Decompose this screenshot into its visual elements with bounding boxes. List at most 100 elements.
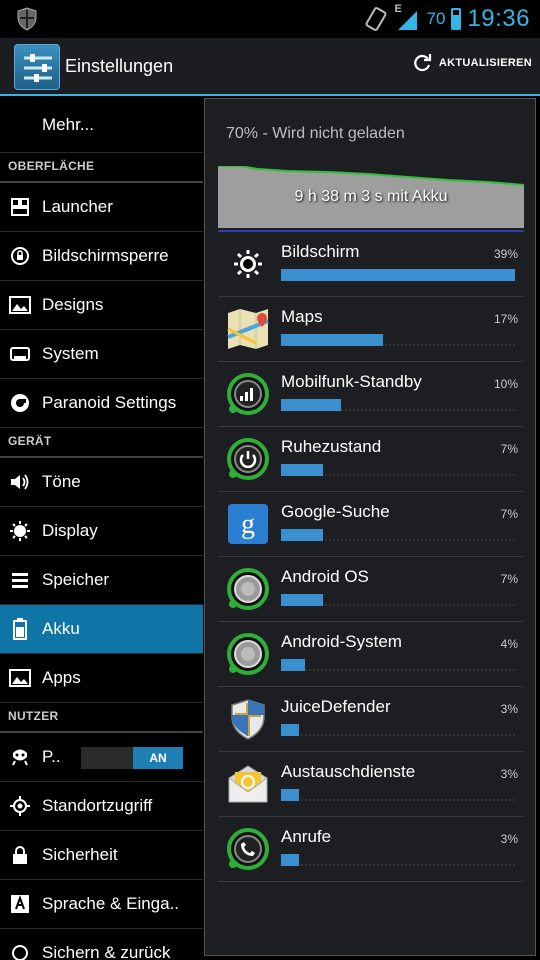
- battery-history-graph[interactable]: 9 h 38 m 3 s mit Akku: [218, 166, 524, 228]
- security-icon: [8, 843, 32, 867]
- usage-bar-track: [281, 789, 515, 801]
- usage-item-android-system[interactable]: Android-System 4%: [218, 622, 524, 687]
- settings-item-lockscreen[interactable]: Bildschirmsperre: [0, 232, 203, 281]
- usage-item-percent: 3%: [500, 832, 518, 846]
- usage-item-austauschdienste[interactable]: Austauschdienste 3%: [218, 752, 524, 817]
- usage-bar: [281, 464, 323, 476]
- usage-bar-track: [281, 399, 515, 411]
- battery-status-icon: [451, 8, 462, 30]
- usage-item-mobilfunk[interactable]: Mobilfunk-Standby 10%: [218, 362, 524, 427]
- android-system-icon: [227, 633, 269, 675]
- usage-bar: [281, 659, 305, 671]
- power-icon: [227, 438, 269, 480]
- usage-bar: [281, 529, 323, 541]
- settings-item-label: Sprache & Einga..: [42, 894, 180, 913]
- settings-item-label: Paranoid Settings: [42, 393, 177, 412]
- settings-item-designs[interactable]: Designs: [0, 281, 203, 330]
- toggle-on-label: AN: [133, 747, 183, 769]
- usage-bar-track: [281, 529, 515, 541]
- battery-status-text: 70% - Wird nicht geladen: [226, 125, 405, 142]
- rotation-icon: [365, 7, 386, 31]
- signal-icon: E: [395, 3, 419, 32]
- refresh-button[interactable]: AKTUALISIEREN: [411, 52, 532, 74]
- settings-item-paranoid[interactable]: Paranoid Settings: [0, 379, 203, 428]
- phone-icon: [227, 828, 269, 870]
- privacy-icon: [8, 745, 32, 769]
- settings-item-sicherheit[interactable]: Sicherheit: [0, 831, 203, 880]
- settings-item-display[interactable]: Display: [0, 507, 203, 556]
- clock: 19:36: [467, 5, 530, 32]
- usage-item-anrufe[interactable]: Anrufe 3%: [218, 817, 524, 882]
- settings-item-label: Launcher: [42, 197, 113, 216]
- usage-item-bildschirm[interactable]: Bildschirm 39%: [218, 232, 524, 297]
- usage-item-name: Austauschdienste: [281, 762, 416, 781]
- settings-item-more[interactable]: Mehr...: [0, 98, 203, 153]
- usage-bar-track: [281, 854, 515, 866]
- settings-app-icon[interactable]: [14, 44, 60, 90]
- settings-item-apps[interactable]: Apps: [0, 654, 203, 703]
- usage-bar: [281, 334, 383, 346]
- settings-item-label: Display: [42, 521, 98, 540]
- usage-item-percent: 7%: [500, 442, 518, 456]
- section-header-geraet: GERÄT: [0, 428, 203, 458]
- usage-item-percent: 3%: [500, 702, 518, 716]
- settings-item-system[interactable]: System: [0, 330, 203, 379]
- settings-item-launcher[interactable]: Launcher: [0, 183, 203, 232]
- battery-level: 70: [426, 9, 446, 28]
- action-bar: Einstellungen AKTUALISIEREN: [0, 38, 540, 96]
- usage-bar: [281, 269, 515, 281]
- settings-item-label: System: [42, 344, 99, 363]
- usage-bar: [281, 724, 299, 736]
- usage-item-google-suche[interactable]: g Google-Suche 7%: [218, 492, 524, 557]
- usage-bar-track: [281, 594, 515, 606]
- usage-item-name: Ruhezustand: [281, 437, 382, 456]
- usage-item-android-os[interactable]: Android OS 7%: [218, 557, 524, 622]
- battery-usage-list: Bildschirm 39% Maps 17% Mobilfunk-Standb…: [218, 232, 524, 882]
- battery-detail-panel: 70% - Wird nicht geladen 9 h 38 m 3 s mi…: [204, 98, 536, 956]
- usage-item-name: Mobilfunk-Standby: [281, 372, 422, 391]
- usage-bar-track: [281, 269, 515, 281]
- usage-bar-track: [281, 724, 515, 736]
- status-bar: E 70 19:36: [0, 0, 540, 38]
- settings-item-label: Speicher: [42, 570, 110, 589]
- exchange-icon: [228, 765, 268, 803]
- juicedefender-icon: [231, 699, 265, 740]
- battery-icon: [8, 617, 32, 641]
- sound-icon: [8, 470, 32, 494]
- usage-item-ruhezustand[interactable]: Ruhezustand 7%: [218, 427, 524, 492]
- paranoid-icon: [8, 391, 32, 415]
- settings-item-label: Designs: [42, 295, 104, 314]
- page-title: Einstellungen: [65, 56, 174, 76]
- settings-item-label: Sichern & zurück: [42, 943, 171, 960]
- backup-icon: [8, 941, 32, 960]
- usage-item-name: Anrufe: [281, 827, 332, 846]
- settings-item-toene[interactable]: Töne: [0, 458, 203, 507]
- settings-list: Mehr... OBERFLÄCHE Launcher Bildschirmsp…: [0, 98, 203, 960]
- usage-item-juicedefender[interactable]: JuiceDefender 3%: [218, 687, 524, 752]
- settings-item-label: Töne: [42, 472, 81, 491]
- lock-screen-icon: [8, 244, 32, 268]
- settings-item-label: Mehr...: [42, 115, 94, 134]
- section-header-nutzer: NUTZER: [0, 703, 203, 733]
- settings-item-speicher[interactable]: Speicher: [0, 556, 203, 605]
- launcher-icon: [8, 195, 32, 219]
- brightness-icon: [234, 250, 262, 278]
- location-icon: [8, 794, 32, 818]
- usage-item-maps[interactable]: Maps 17%: [218, 297, 524, 362]
- settings-item-sprache[interactable]: Sprache & Einga..: [0, 880, 203, 929]
- usage-bar-track: [281, 464, 515, 476]
- settings-item-sichern[interactable]: Sichern & zurück: [0, 929, 203, 960]
- settings-item-privacy[interactable]: P.. AN: [0, 733, 203, 782]
- usage-item-name: Maps: [281, 307, 323, 326]
- usage-bar: [281, 399, 341, 411]
- settings-item-standort[interactable]: Standortzugriff: [0, 782, 203, 831]
- usage-item-percent: 4%: [500, 637, 518, 651]
- battery-duration-label: 9 h 38 m 3 s mit Akku: [294, 188, 448, 205]
- usage-item-name: Google-Suche: [281, 502, 390, 521]
- section-header-oberflaeche: OBERFLÄCHE: [0, 153, 203, 183]
- privacy-toggle[interactable]: AN: [81, 747, 183, 769]
- usage-item-percent: 7%: [500, 572, 518, 586]
- refresh-icon: [414, 54, 431, 72]
- settings-item-label: Bildschirmsperre: [42, 246, 169, 265]
- settings-item-akku[interactable]: Akku: [0, 605, 203, 654]
